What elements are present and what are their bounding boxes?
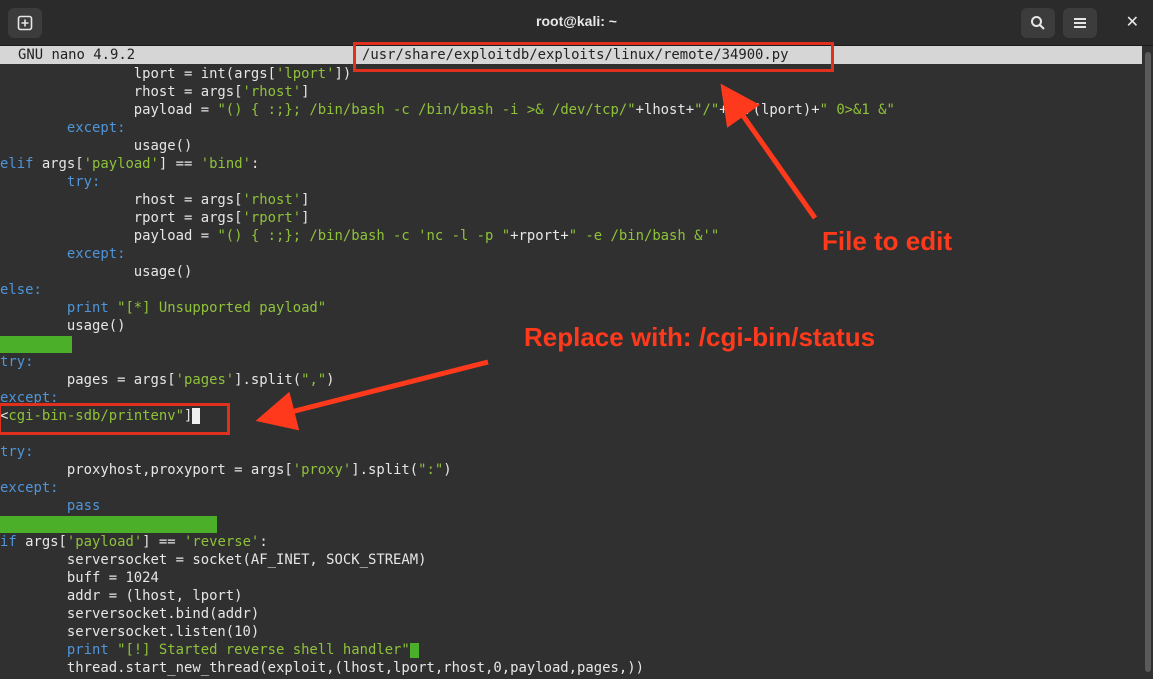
arrow-to-file-path: [720, 83, 818, 220]
annotation-replace-with: Replace with: /cgi-bin/status: [524, 322, 876, 352]
arrow-to-edit-line: [255, 359, 489, 431]
annotation-file-to-edit: File to edit: [822, 226, 952, 256]
